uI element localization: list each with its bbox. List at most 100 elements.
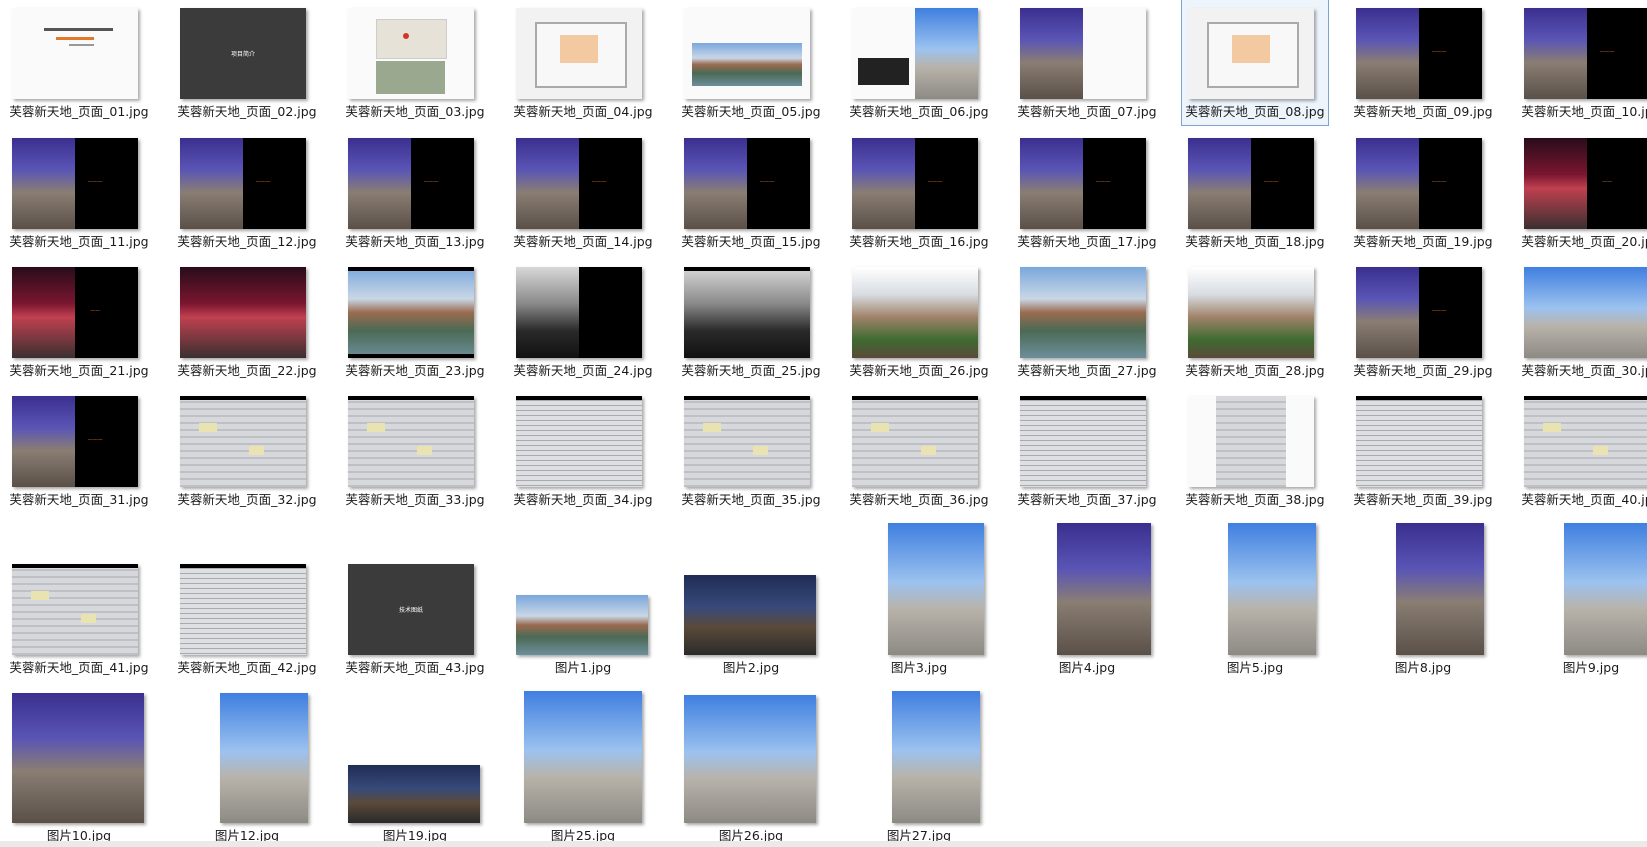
file-thumbnail[interactable]: ——— (348, 138, 474, 229)
file-tile[interactable]: 图片10.jpg (6, 685, 152, 847)
file-name[interactable]: 芙蓉新天地_页面_24.jpg (510, 363, 656, 379)
file-thumbnail[interactable] (1020, 8, 1146, 99)
file-name[interactable]: 芙蓉新天地_页面_34.jpg (510, 492, 656, 508)
file-thumbnail[interactable] (684, 396, 810, 487)
file-thumbnail[interactable]: ——— (1356, 267, 1482, 358)
file-name[interactable]: 芙蓉新天地_页面_35.jpg (678, 492, 824, 508)
file-name[interactable]: 芙蓉新天地_页面_06.jpg (846, 104, 992, 120)
file-tile[interactable]: ——— 芙蓉新天地_页面_31.jpg (6, 388, 152, 513)
file-tile[interactable]: 图片25.jpg (510, 685, 656, 847)
file-name[interactable]: 图片4.jpg (1014, 660, 1160, 676)
file-tile[interactable]: 芙蓉新天地_页面_03.jpg (342, 0, 488, 125)
file-tile[interactable]: 芙蓉新天地_页面_01.jpg (6, 0, 152, 125)
file-thumbnail[interactable] (516, 267, 642, 358)
file-tile[interactable]: 芙蓉新天地_页面_07.jpg (1014, 0, 1160, 125)
file-tile[interactable]: 芙蓉新天地_页面_25.jpg (678, 259, 824, 384)
file-thumbnail[interactable] (1057, 523, 1151, 655)
file-name[interactable]: 芙蓉新天地_页面_26.jpg (846, 363, 992, 379)
file-tile[interactable]: ——— 芙蓉新天地_页面_14.jpg (510, 130, 656, 255)
file-thumbnail[interactable]: ——— (684, 138, 810, 229)
file-name[interactable]: 芙蓉新天地_页面_17.jpg (1014, 234, 1160, 250)
file-thumbnail[interactable] (892, 691, 980, 823)
file-tile[interactable]: 芙蓉新天地_页面_27.jpg (1014, 259, 1160, 384)
file-thumbnail[interactable] (348, 267, 474, 358)
file-thumbnail[interactable] (516, 8, 642, 99)
file-name[interactable]: 芙蓉新天地_页面_29.jpg (1350, 363, 1496, 379)
file-name[interactable]: 芙蓉新天地_页面_08.jpg (1182, 104, 1328, 120)
file-tile[interactable]: ——— 芙蓉新天地_页面_19.jpg (1350, 130, 1496, 255)
file-thumbnail[interactable] (1564, 523, 1647, 655)
file-name[interactable]: 图片2.jpg (678, 660, 824, 676)
file-tile[interactable]: 芙蓉新天地_页面_08.jpg (1181, 0, 1329, 126)
file-thumbnail[interactable]: ——— (1020, 138, 1146, 229)
file-tile[interactable]: 芙蓉新天地_页面_32.jpg (174, 388, 320, 513)
file-tile[interactable]: 芙蓉新天地_页面_23.jpg (342, 259, 488, 384)
file-tile[interactable]: 图片4.jpg (1014, 515, 1160, 675)
file-name[interactable]: 芙蓉新天地_页面_43.jpg (342, 660, 488, 676)
file-thumbnail[interactable] (1356, 396, 1482, 487)
file-name[interactable]: 芙蓉新天地_页面_01.jpg (6, 104, 152, 120)
file-thumbnail[interactable]: —— (12, 267, 138, 358)
file-tile[interactable]: 芙蓉新天地_页面_05.jpg (678, 0, 824, 125)
file-name[interactable]: 图片9.jpg (1518, 660, 1647, 676)
file-thumbnail[interactable] (1524, 396, 1647, 487)
file-tile[interactable]: 芙蓉新天地_页面_41.jpg (6, 515, 152, 675)
file-tile[interactable]: 芙蓉新天地_页面_37.jpg (1014, 388, 1160, 513)
file-thumbnail[interactable] (684, 575, 816, 655)
file-thumbnail[interactable]: ——— (12, 396, 138, 487)
file-name[interactable]: 芙蓉新天地_页面_41.jpg (6, 660, 152, 676)
file-name[interactable]: 芙蓉新天地_页面_12.jpg (174, 234, 320, 250)
file-name[interactable]: 芙蓉新天地_页面_07.jpg (1014, 104, 1160, 120)
file-tile[interactable]: 芙蓉新天地_页面_33.jpg (342, 388, 488, 513)
file-tile[interactable]: 图片8.jpg (1350, 515, 1496, 675)
file-thumbnail[interactable]: ——— (1356, 138, 1482, 229)
file-thumbnail[interactable]: 项目简介 (180, 8, 306, 99)
file-thumbnail[interactable]: ——— (1188, 138, 1314, 229)
file-thumbnail[interactable]: ——— (1356, 8, 1482, 99)
file-name[interactable]: 芙蓉新天地_页面_05.jpg (678, 104, 824, 120)
file-name[interactable]: 芙蓉新天地_页面_25.jpg (678, 363, 824, 379)
file-thumbnail[interactable] (180, 267, 306, 358)
file-tile[interactable]: —— 芙蓉新天地_页面_21.jpg (6, 259, 152, 384)
file-name[interactable]: 芙蓉新天地_页面_02.jpg (174, 104, 320, 120)
file-name[interactable]: 芙蓉新天地_页面_20.jpg (1518, 234, 1647, 250)
file-thumbnail[interactable] (180, 396, 306, 487)
file-thumbnail[interactable] (1020, 267, 1146, 358)
file-name[interactable]: 芙蓉新天地_页面_42.jpg (174, 660, 320, 676)
file-thumbnail[interactable] (1020, 396, 1146, 487)
file-name[interactable]: 图片1.jpg (510, 660, 656, 676)
file-name[interactable]: 芙蓉新天地_页面_31.jpg (6, 492, 152, 508)
file-tile[interactable]: 芙蓉新天地_页面_35.jpg (678, 388, 824, 513)
file-tile[interactable]: —— 芙蓉新天地_页面_20.jpg (1518, 130, 1647, 255)
file-thumbnail[interactable] (12, 8, 138, 99)
file-thumbnail[interactable] (684, 695, 816, 823)
file-thumbnail[interactable] (852, 267, 978, 358)
file-tile[interactable]: 芙蓉新天地_页面_34.jpg (510, 388, 656, 513)
file-tile[interactable]: 图片3.jpg (846, 515, 992, 675)
file-name[interactable]: 芙蓉新天地_页面_04.jpg (510, 104, 656, 120)
file-thumbnail[interactable] (684, 267, 810, 358)
file-tile[interactable]: 芙蓉新天地_页面_24.jpg (510, 259, 656, 384)
file-name[interactable]: 图片5.jpg (1182, 660, 1328, 676)
file-thumbnail[interactable] (348, 8, 474, 99)
file-name[interactable]: 芙蓉新天地_页面_32.jpg (174, 492, 320, 508)
file-name[interactable]: 芙蓉新天地_页面_38.jpg (1182, 492, 1328, 508)
file-thumbnail[interactable] (852, 8, 978, 99)
file-tile[interactable]: ——— 芙蓉新天地_页面_12.jpg (174, 130, 320, 255)
file-tile[interactable]: ——— 芙蓉新天地_页面_10.jpg (1518, 0, 1647, 125)
file-thumbnail[interactable]: 技术图纸 (348, 564, 474, 655)
file-name[interactable]: 芙蓉新天地_页面_18.jpg (1182, 234, 1328, 250)
file-tile[interactable]: 芙蓉新天地_页面_22.jpg (174, 259, 320, 384)
file-name[interactable]: 芙蓉新天地_页面_27.jpg (1014, 363, 1160, 379)
file-thumbnail[interactable] (888, 523, 984, 655)
file-name[interactable]: 芙蓉新天地_页面_10.jpg (1518, 104, 1647, 120)
file-thumbnail[interactable] (12, 693, 144, 823)
file-tile[interactable]: ——— 芙蓉新天地_页面_17.jpg (1014, 130, 1160, 255)
file-tile[interactable]: 芙蓉新天地_页面_06.jpg (846, 0, 992, 125)
file-thumbnail[interactable]: ——— (180, 138, 306, 229)
file-name[interactable]: 芙蓉新天地_页面_09.jpg (1350, 104, 1496, 120)
file-thumbnail[interactable] (1396, 523, 1484, 655)
file-tile[interactable]: 芙蓉新天地_页面_26.jpg (846, 259, 992, 384)
file-name[interactable]: 芙蓉新天地_页面_14.jpg (510, 234, 656, 250)
file-tile[interactable]: 项目简介芙蓉新天地_页面_02.jpg (174, 0, 320, 125)
